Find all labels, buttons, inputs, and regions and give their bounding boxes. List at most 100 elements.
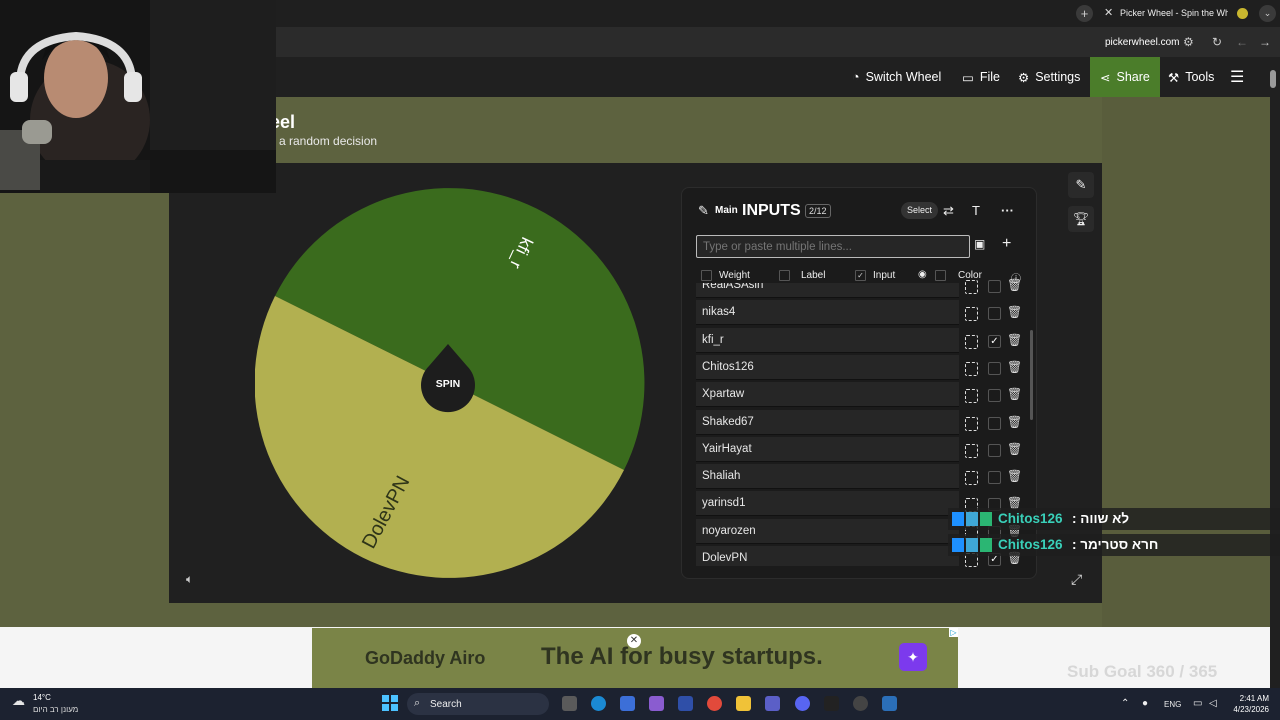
tray-overflow-icon[interactable]: ⌃ xyxy=(1121,698,1129,709)
row-checkbox[interactable] xyxy=(988,471,1001,485)
ad-close-icon[interactable]: ✕ xyxy=(627,634,641,648)
reload-icon[interactable]: ↻ xyxy=(1212,35,1222,49)
obs-icon[interactable] xyxy=(853,696,868,711)
hamburger-menu-icon[interactable]: ☰ xyxy=(1230,57,1244,97)
windows-start-icon[interactable] xyxy=(382,695,398,711)
column-label: Label xyxy=(801,270,826,281)
site-settings-icon[interactable]: ⚙ xyxy=(1183,35,1194,49)
list-item[interactable]: nikas4 xyxy=(696,300,959,326)
list-item[interactable]: yarinsd1 xyxy=(696,491,959,517)
row-checkbox[interactable] xyxy=(988,443,1001,457)
ad-info-icon[interactable]: ▷ xyxy=(949,628,958,637)
volume-icon[interactable]: ◁ xyxy=(1209,698,1217,709)
trophy-icon[interactable]: 🏆︎ xyxy=(1068,206,1094,232)
tab-title[interactable]: Picker Wheel - Spin the Wheel xyxy=(1120,8,1228,18)
image-upload-icon[interactable]: ▣ xyxy=(974,237,985,251)
microphone-icon[interactable]: ● xyxy=(1142,698,1148,709)
label-toggle-checkbox[interactable] xyxy=(779,270,790,281)
new-entry-input[interactable] xyxy=(696,235,970,258)
sound-icon[interactable]: 🔈︎ xyxy=(186,572,193,587)
select-button[interactable]: Select xyxy=(901,202,939,219)
shuffle-icon[interactable]: ⇄ xyxy=(943,203,954,219)
page-scrollbar[interactable] xyxy=(1270,70,1276,88)
list-item[interactable]: Chitos126 xyxy=(696,354,959,380)
fullscreen-icon[interactable]: ⤢ xyxy=(1071,571,1082,588)
forward-icon[interactable]: → xyxy=(1259,35,1271,49)
magic-wand-icon[interactable]: ✦ xyxy=(899,643,927,671)
trash-icon[interactable]: 🗑︎ xyxy=(1007,278,1022,292)
entries-list[interactable]: RealASAsin nikas4 kfi_r Chitos126 Xpartaw Sha… xyxy=(696,283,961,566)
list-item[interactable]: DolevPN xyxy=(696,546,959,566)
text-size-icon[interactable]: T xyxy=(972,203,980,218)
list-item[interactable]: RealASAsin xyxy=(696,283,959,298)
add-entry-button[interactable]: + xyxy=(1002,235,1011,253)
list-item[interactable]: noyarozen xyxy=(696,518,959,544)
ad-headline[interactable]: The AI for busy startups. xyxy=(541,643,823,671)
row-checkbox[interactable] xyxy=(988,416,1001,430)
trash-icon[interactable]: 🗑︎ xyxy=(1007,469,1022,483)
list-item[interactable]: YairHayat xyxy=(696,436,959,462)
copilot-icon[interactable] xyxy=(649,696,664,711)
weather-temperature[interactable]: 14°C xyxy=(33,693,51,702)
more-options-icon[interactable]: ··· xyxy=(1001,203,1014,218)
row-checkbox[interactable] xyxy=(988,280,1001,293)
tools-button[interactable]: ⚒ Tools xyxy=(1168,57,1214,97)
tab-close-icon[interactable]: ✕ xyxy=(1104,6,1113,19)
ad-logo[interactable]: GoDaddy Airo xyxy=(365,648,485,669)
discord-icon[interactable] xyxy=(795,696,810,711)
switch-wheel-button[interactable]: ◔ Switch Wheel xyxy=(852,57,941,97)
list-item[interactable]: Shaliah xyxy=(696,464,959,490)
language-indicator[interactable]: ENG xyxy=(1164,700,1181,709)
weather-cloud-icon[interactable]: ☁ xyxy=(12,693,25,709)
row-checkbox[interactable] xyxy=(988,307,1001,321)
new-tab-button[interactable]: + xyxy=(1076,5,1093,22)
eye-icon[interactable]: ◉ xyxy=(918,269,927,280)
store-icon[interactable] xyxy=(620,696,635,711)
trash-icon[interactable]: 🗑︎ xyxy=(1007,305,1022,319)
app-icon[interactable] xyxy=(882,696,897,711)
trash-icon[interactable]: 🗑︎ xyxy=(1007,387,1022,401)
edge-browser-icon[interactable] xyxy=(591,696,606,711)
file-explorer-icon[interactable] xyxy=(736,696,751,711)
teams-icon[interactable] xyxy=(765,696,780,711)
task-view-icon[interactable] xyxy=(562,696,577,711)
trash-icon[interactable]: 🗑︎ xyxy=(1007,415,1022,429)
row-checkbox[interactable]: ✓ xyxy=(988,334,1001,348)
edit-wheel-icon[interactable]: ✎ xyxy=(698,203,709,219)
file-button[interactable]: ▭ File xyxy=(962,57,1000,97)
trash-icon[interactable]: 🗑︎ xyxy=(1007,333,1022,347)
weight-toggle-checkbox[interactable] xyxy=(701,270,712,281)
duplicate-icon[interactable] xyxy=(965,443,978,458)
duplicate-icon[interactable] xyxy=(965,307,978,322)
duplicate-icon[interactable] xyxy=(965,334,978,349)
network-icon[interactable]: ▭ xyxy=(1193,698,1202,709)
share-button[interactable]: ⋖ Share xyxy=(1090,57,1160,97)
trash-icon[interactable]: 🗑︎ xyxy=(1007,360,1022,374)
app-icon[interactable] xyxy=(824,696,839,711)
list-item[interactable]: Shaked67 xyxy=(696,409,959,435)
list-item[interactable]: kfi_r xyxy=(696,327,959,353)
app-icon[interactable] xyxy=(678,696,693,711)
duplicate-icon[interactable] xyxy=(965,389,978,404)
chrome-icon[interactable] xyxy=(707,696,722,711)
row-checkbox[interactable] xyxy=(988,389,1001,403)
chevron-down-icon[interactable]: ⌄ xyxy=(1259,5,1276,22)
customize-icon[interactable]: ✎ xyxy=(1068,172,1094,198)
trash-icon[interactable]: 🗑︎ xyxy=(1007,442,1022,456)
entries-scrollbar[interactable] xyxy=(1030,330,1033,420)
clock-time[interactable]: 2:41 AM xyxy=(1231,694,1269,703)
spin-label[interactable]: SPIN xyxy=(430,378,466,390)
url-text[interactable]: pickerwheel.com xyxy=(1105,37,1179,48)
duplicate-icon[interactable] xyxy=(965,280,978,294)
clock-date[interactable]: 4/23/2026 xyxy=(1224,705,1269,714)
back-icon[interactable]: ← xyxy=(1236,35,1248,49)
input-toggle-checkbox[interactable]: ✓ xyxy=(855,270,866,281)
duplicate-icon[interactable] xyxy=(965,416,978,431)
taskbar-search[interactable] xyxy=(407,693,549,715)
list-item[interactable]: Xpartaw xyxy=(696,382,959,408)
duplicate-icon[interactable] xyxy=(965,361,978,376)
duplicate-icon[interactable] xyxy=(965,471,978,486)
settings-button[interactable]: ⚙ Settings xyxy=(1018,57,1080,97)
row-checkbox[interactable] xyxy=(988,361,1001,375)
color-toggle-checkbox[interactable] xyxy=(935,270,946,281)
